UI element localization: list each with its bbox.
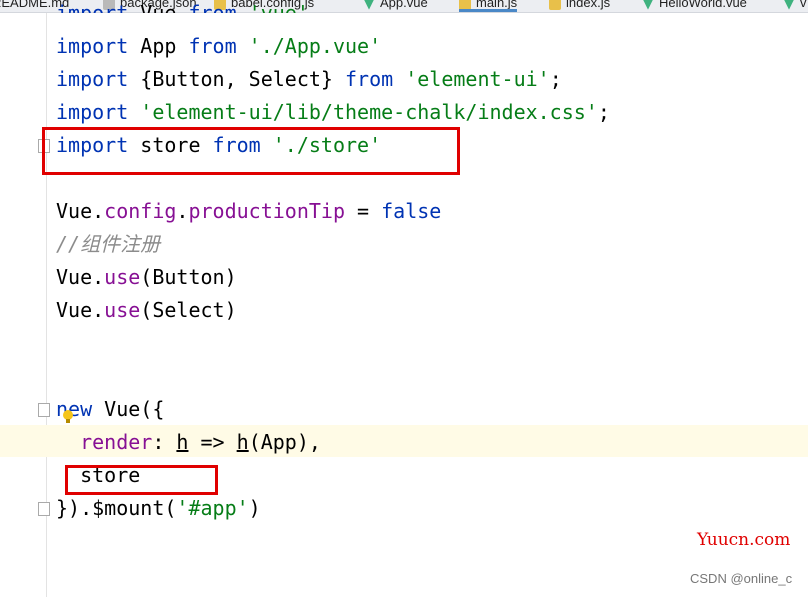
- tab-label: v: [800, 0, 807, 10]
- code-line-14: render: h => h(App),: [56, 430, 321, 454]
- lightbulb-icon[interactable]: [63, 410, 73, 424]
- tab-label: HelloWorld.vue: [659, 0, 747, 10]
- fold-marker-icon[interactable]: [38, 502, 50, 516]
- site-watermark: Yuucn.com: [697, 530, 791, 550]
- code-line-8-comment: //组件注册: [56, 232, 161, 256]
- vue-icon: [783, 0, 795, 10]
- tab-label: index.js: [566, 0, 611, 10]
- highlight-box-store: [65, 465, 218, 495]
- highlight-box-import-store: [42, 127, 460, 175]
- js-icon: [459, 0, 471, 10]
- code-line-10: Vue.use(Select): [56, 298, 237, 322]
- vue-icon: [363, 0, 375, 10]
- tab-label: App.vue: [380, 0, 428, 10]
- code-line-9: Vue.use(Button): [56, 265, 237, 289]
- code-line-4: import 'element-ui/lib/theme-chalk/index…: [56, 100, 610, 124]
- tab-main-js[interactable]: main.js: [459, 0, 518, 12]
- js-icon: [549, 0, 561, 10]
- code-line-16: }).$mount('#app'): [56, 496, 261, 520]
- code-line-3: import {Button, Select} from 'element-ui…: [56, 67, 562, 91]
- csdn-watermark: CSDN @online_c: [690, 571, 793, 586]
- tab-app-vue[interactable]: App.vue: [363, 0, 428, 11]
- fold-marker-icon[interactable]: [38, 403, 50, 417]
- code-line-1: import Vue from 'vue': [56, 1, 309, 13]
- tab-more[interactable]: v: [783, 0, 807, 11]
- tab-index-js[interactable]: index.js: [549, 0, 610, 11]
- tab-helloworld-vue[interactable]: HelloWorld.vue: [642, 0, 747, 11]
- code-line-7: Vue.config.productionTip = false: [56, 199, 442, 223]
- tab-label: main.js: [476, 0, 518, 10]
- vue-icon: [642, 0, 654, 10]
- code-line-2: import App from './App.vue': [56, 34, 382, 58]
